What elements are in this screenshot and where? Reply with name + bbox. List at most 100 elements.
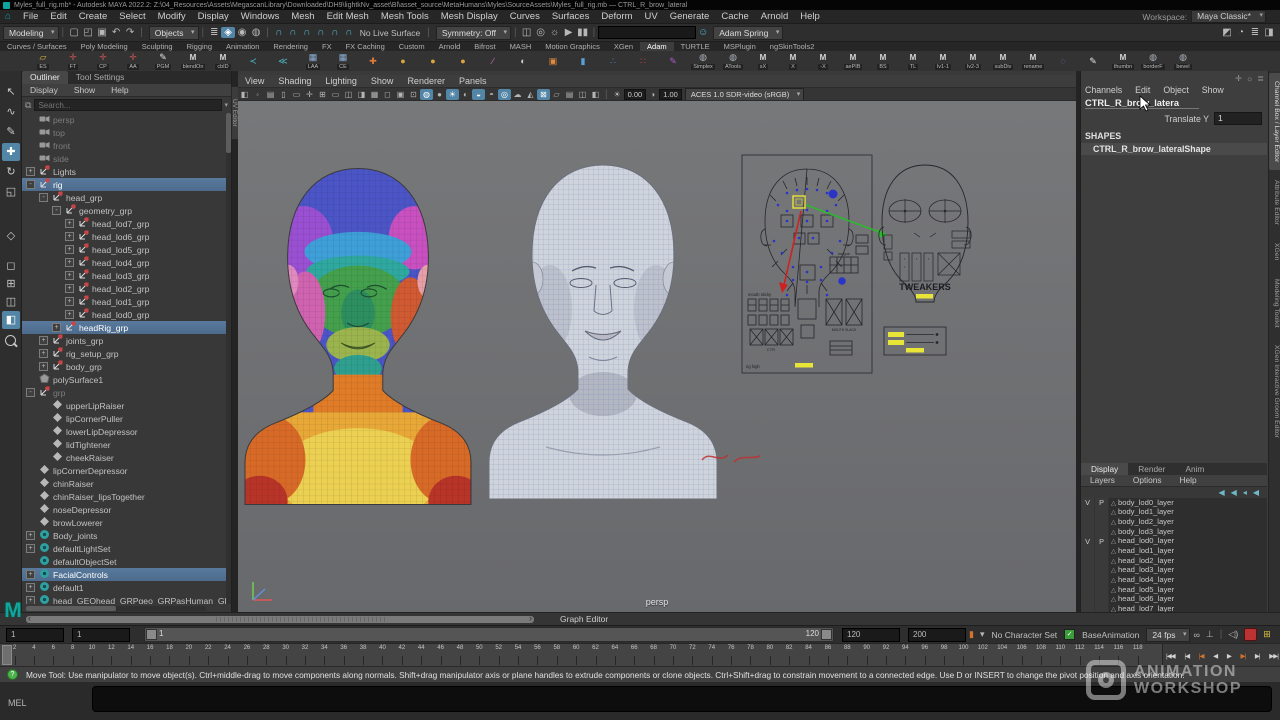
layer-visibility-toggle[interactable] <box>1081 508 1095 518</box>
shelf-item-ce[interactable]: ▦CE <box>328 52 358 70</box>
screen-icon[interactable]: ◧ <box>589 89 602 100</box>
outliner-item-lights[interactable]: +Lights <box>22 165 226 178</box>
layer-playback-toggle[interactable] <box>1095 556 1109 566</box>
ipr-render-icon[interactable]: ◎ <box>534 27 548 38</box>
shelf-tab-fx-caching[interactable]: FX Caching <box>339 42 392 51</box>
layer-playback-toggle[interactable]: P <box>1095 498 1109 508</box>
side-tab-modeling-toolkit[interactable]: Modeling Toolkit <box>1269 271 1280 336</box>
side-tab-xgen-interactive-groom-editor[interactable]: XGen Interactive Groom Editor <box>1269 337 1280 446</box>
new-layer-icon[interactable]: ◀ <box>1253 487 1259 498</box>
outliner-item-nosedepressor[interactable]: noseDepressor <box>22 503 226 516</box>
gate-mask-icon[interactable]: ◨ <box>355 89 368 100</box>
fog-icon[interactable]: ☁ <box>511 89 524 100</box>
outliner-menu-display[interactable]: Display <box>22 85 66 95</box>
play-backwards-button[interactable]: ◀ <box>1213 652 1217 660</box>
outliner-item-head-lod2-grp[interactable]: +head_lod2_grp <box>22 282 226 295</box>
menu-item-windows[interactable]: Windows <box>235 11 286 22</box>
safe-title-icon[interactable]: ▣ <box>394 89 407 100</box>
expand-toggle[interactable]: + <box>26 531 35 540</box>
lighting-icon[interactable]: ☀ <box>446 89 459 100</box>
side-tab-attribute-editor[interactable]: Attribute Editor <box>1269 172 1280 233</box>
menu-item-select[interactable]: Select <box>113 11 151 22</box>
search-input[interactable] <box>34 99 222 111</box>
go-to-start-button[interactable]: |◀◀ <box>1166 652 1175 660</box>
expand-toggle[interactable]: + <box>26 167 35 176</box>
save-scene-icon[interactable]: ▣ <box>95 27 109 38</box>
expand-toggle[interactable]: + <box>65 271 74 280</box>
outliner-item-body-grp[interactable]: +body_grp <box>22 360 226 373</box>
layer-tab-display[interactable]: Display <box>1081 463 1128 475</box>
viewport-menu-show[interactable]: Show <box>364 76 401 86</box>
bookmark-icon[interactable]: ▯ <box>277 89 290 100</box>
lasso-tool-button[interactable]: ∿ <box>2 103 20 121</box>
zoom-tool-icon[interactable] <box>5 335 16 346</box>
menu-item-curves[interactable]: Curves <box>504 11 546 22</box>
picker-selected-control[interactable] <box>793 196 805 208</box>
colorspace-dropdown[interactable]: ACES 1.0 SDR-video (sRGB) <box>685 88 804 101</box>
highlight-icon[interactable]: ◩ <box>1220 27 1234 38</box>
outliner-item-joints-grp[interactable]: +joints_grp <box>22 334 226 347</box>
default-material-icon[interactable]: ● <box>433 89 446 100</box>
layer-playback-toggle[interactable] <box>1095 527 1109 537</box>
filter-icon[interactable]: ⧉ <box>25 100 31 111</box>
shelf-tab-poly-modeling[interactable]: Poly Modeling <box>74 42 135 51</box>
layout-four-view-button[interactable]: ⊞ <box>2 275 20 293</box>
shelf-tab-turtle[interactable]: TURTLE <box>674 42 717 51</box>
layer-visibility-toggle[interactable] <box>1081 546 1095 556</box>
multisample-icon[interactable]: ◎ <box>498 89 511 100</box>
shelf-item-15[interactable]: ∕ <box>478 56 508 67</box>
gamma-icon[interactable]: ◑ <box>646 89 659 100</box>
panel-toggle-icon[interactable]: ◨ <box>1262 27 1276 38</box>
outliner-item-top[interactable]: top <box>22 126 226 139</box>
visor-icon[interactable]: ◔ <box>1234 27 1248 38</box>
command-input[interactable] <box>92 686 1272 712</box>
viewport-canvas[interactable]: TWEAKERS mouth sticky CTR tongue MOUTH S… <box>238 101 1076 612</box>
symmetry-dropdown[interactable]: Symmetry: Off <box>436 26 511 40</box>
layout-two-pane-button[interactable]: ◫ <box>2 293 20 311</box>
outliner-item-polysurface1[interactable]: polySurface1 <box>22 373 226 386</box>
outliner-item-persp[interactable]: persp <box>22 113 226 126</box>
shelf-item-21[interactable]: ✎ <box>658 56 688 67</box>
shelf-item-34[interactable]: ◌ <box>1048 56 1078 67</box>
shelf-item-tl[interactable]: MTL <box>898 52 928 70</box>
gear-icon[interactable]: ☼ <box>1246 74 1253 83</box>
character-set-dropdown[interactable]: No Character Set <box>991 630 1057 640</box>
shelf-item-simplex[interactable]: ◍Simplex <box>688 52 718 70</box>
go-to-end-button[interactable]: ▶▶| <box>1269 652 1278 660</box>
horizontal-scrollbar[interactable] <box>26 616 534 623</box>
step-forward-key-button[interactable]: ▶| <box>1241 652 1246 660</box>
side-tab-xgen[interactable]: XGen <box>1269 235 1280 268</box>
viewport-menu-shading[interactable]: Shading <box>271 76 318 86</box>
channel-box-menu-object[interactable]: Object <box>1163 85 1195 95</box>
shadows-icon[interactable]: ◐ <box>459 89 472 100</box>
chevron-down-icon[interactable]: ▾ <box>980 629 985 640</box>
outliner-item-head-lod3-grp[interactable]: +head_lod3_grp <box>22 269 226 282</box>
shelf-tab-adam[interactable]: Adam <box>640 42 674 51</box>
set-key-icon[interactable]: ⊞ <box>1263 629 1271 640</box>
gamma-field[interactable]: 1.00 <box>659 89 682 100</box>
exposure-icon[interactable]: ☀ <box>611 89 624 100</box>
layer-visibility-toggle[interactable] <box>1081 585 1095 595</box>
outliner-item-defaultobjectset[interactable]: defaultObjectSet <box>22 555 226 568</box>
outliner-item-head-lod4-grp[interactable]: +head_lod4_grp <box>22 256 226 269</box>
outliner-menu-show[interactable]: Show <box>66 85 103 95</box>
side-tab-channel-box-layer-editor[interactable]: Channel Box / Layer Editor <box>1269 73 1280 170</box>
expand-toggle[interactable]: + <box>65 245 74 254</box>
viewport-menu-panels[interactable]: Panels <box>452 76 494 86</box>
picker-yellow-bar[interactable] <box>795 363 813 368</box>
expand-toggle[interactable]: + <box>65 258 74 267</box>
shelf-item-laa[interactable]: ▦LAA <box>298 52 328 70</box>
exposure-field[interactable]: 0.00 <box>624 89 647 100</box>
2d-pan-zoom-icon[interactable]: ✛ <box>303 89 316 100</box>
editor-icon[interactable]: ≣ <box>1248 27 1262 38</box>
menu-item-mesh[interactable]: Mesh <box>285 11 320 22</box>
menu-item-display[interactable]: Display <box>192 11 235 22</box>
shelf-item-8[interactable]: ≪ <box>268 56 298 67</box>
layer-playback-toggle[interactable] <box>1095 566 1109 576</box>
shelf-item-bs[interactable]: MBS <box>868 52 898 70</box>
step-back-key-button[interactable]: |◀ <box>1199 652 1204 660</box>
select-component-icon[interactable]: ◉ <box>235 27 249 38</box>
layer-visibility-toggle[interactable] <box>1081 556 1095 566</box>
character-set-selector[interactable]: Adam Spring <box>713 26 783 40</box>
tweakers-head[interactable]: TWEAKERS <box>879 165 971 302</box>
